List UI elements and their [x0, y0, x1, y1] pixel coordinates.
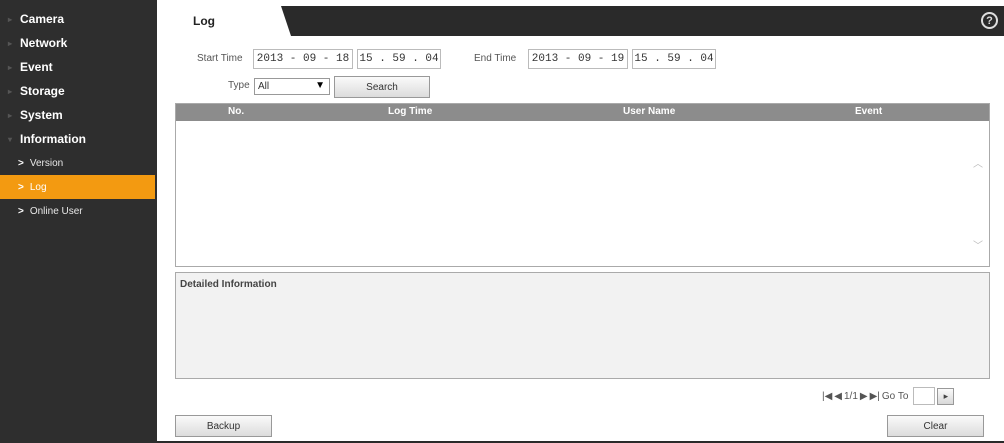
sidebar-item-network[interactable]: ▸ Network: [0, 31, 157, 55]
scroll-down-icon[interactable]: ﹀: [973, 237, 983, 252]
sidebar: ▸ Camera ▸ Network ▸ Event ▸ Storage ▸ S…: [0, 0, 157, 443]
end-time-field[interactable]: 15 . 59 . 04: [632, 49, 716, 69]
sidebar-item-label: Camera: [20, 12, 65, 26]
goto-arrow-icon[interactable]: ▸: [937, 387, 955, 405]
column-header-user-name: User Name: [623, 106, 676, 117]
type-select[interactable]: All ▼: [254, 78, 330, 95]
goto-label: Go To: [881, 390, 909, 402]
dropdown-arrow-icon: ▼: [315, 80, 325, 91]
column-header-no: No.: [228, 106, 245, 117]
detail-title: Detailed Information: [180, 279, 277, 290]
sidebar-item-label: Event: [20, 60, 53, 74]
table-scrollbar[interactable]: ︿ ﹀: [971, 121, 989, 266]
sidebar-item-system[interactable]: ▸ System: [0, 103, 157, 127]
last-page-icon[interactable]: ▶|: [870, 391, 880, 402]
column-header-log-time: Log Time: [388, 106, 433, 117]
sidebar-item-information[interactable]: ▾ Information: [0, 127, 157, 151]
clear-button[interactable]: Clear: [887, 415, 984, 437]
sidebar-subitem-log[interactable]: > Log: [0, 175, 155, 199]
sidebar-subitem-online-user[interactable]: > Online User: [0, 199, 157, 223]
sidebar-subitem-label: Log: [29, 181, 47, 193]
table-header: No. Log Time User Name Event: [176, 104, 989, 121]
sidebar-subitem-label: Online User: [29, 205, 83, 217]
tab-log[interactable]: Log: [157, 6, 291, 36]
chevron-right-icon: >: [18, 205, 24, 217]
end-date-field[interactable]: 2013 - 09 - 19: [528, 49, 628, 69]
top-bar: Log ?: [157, 6, 1004, 36]
sidebar-item-storage[interactable]: ▸ Storage: [0, 79, 157, 103]
start-time-field[interactable]: 15 . 59 . 04: [357, 49, 441, 69]
pager: |◀ ◀ 1/1 ▶ ▶| Go To ▸: [822, 387, 955, 405]
chevron-right-icon: >: [18, 181, 24, 193]
log-table: No. Log Time User Name Event ︿ ﹀: [175, 103, 990, 267]
detail-panel: Detailed Information: [175, 272, 990, 379]
sidebar-subitem-label: Version: [29, 157, 64, 169]
sidebar-item-camera[interactable]: ▸ Camera: [0, 7, 157, 31]
collapsed-arrow-icon: ▸: [8, 110, 13, 120]
type-select-value: All: [258, 81, 270, 92]
sidebar-item-label: Storage: [20, 84, 65, 98]
sidebar-item-label: System: [20, 108, 63, 122]
next-page-icon[interactable]: ▶: [860, 391, 868, 402]
first-page-icon[interactable]: |◀: [822, 391, 832, 402]
sidebar-item-label: Information: [20, 132, 86, 146]
goto-input[interactable]: [913, 387, 936, 405]
sidebar-subitem-version[interactable]: > Version: [0, 151, 157, 175]
sidebar-item-label: Network: [20, 36, 68, 50]
start-date-field[interactable]: 2013 - 09 - 18: [253, 49, 353, 69]
chevron-right-icon: >: [18, 157, 24, 169]
sidebar-item-event[interactable]: ▸ Event: [0, 55, 157, 79]
scroll-up-icon[interactable]: ︿: [973, 155, 983, 170]
type-label: Type: [228, 80, 250, 91]
collapsed-arrow-icon: ▸: [8, 14, 13, 24]
page-info: 1/1: [844, 390, 858, 402]
column-header-event: Event: [855, 106, 883, 117]
start-time-label: Start Time: [197, 53, 243, 64]
prev-page-icon[interactable]: ◀: [834, 391, 842, 402]
search-button[interactable]: Search: [334, 76, 430, 98]
expanded-arrow-icon: ▾: [8, 134, 13, 144]
collapsed-arrow-icon: ▸: [8, 86, 13, 96]
end-time-label: End Time: [474, 53, 517, 64]
help-icon[interactable]: ?: [981, 12, 998, 29]
backup-button[interactable]: Backup: [175, 415, 272, 437]
collapsed-arrow-icon: ▸: [8, 38, 13, 48]
collapsed-arrow-icon: ▸: [8, 62, 13, 72]
